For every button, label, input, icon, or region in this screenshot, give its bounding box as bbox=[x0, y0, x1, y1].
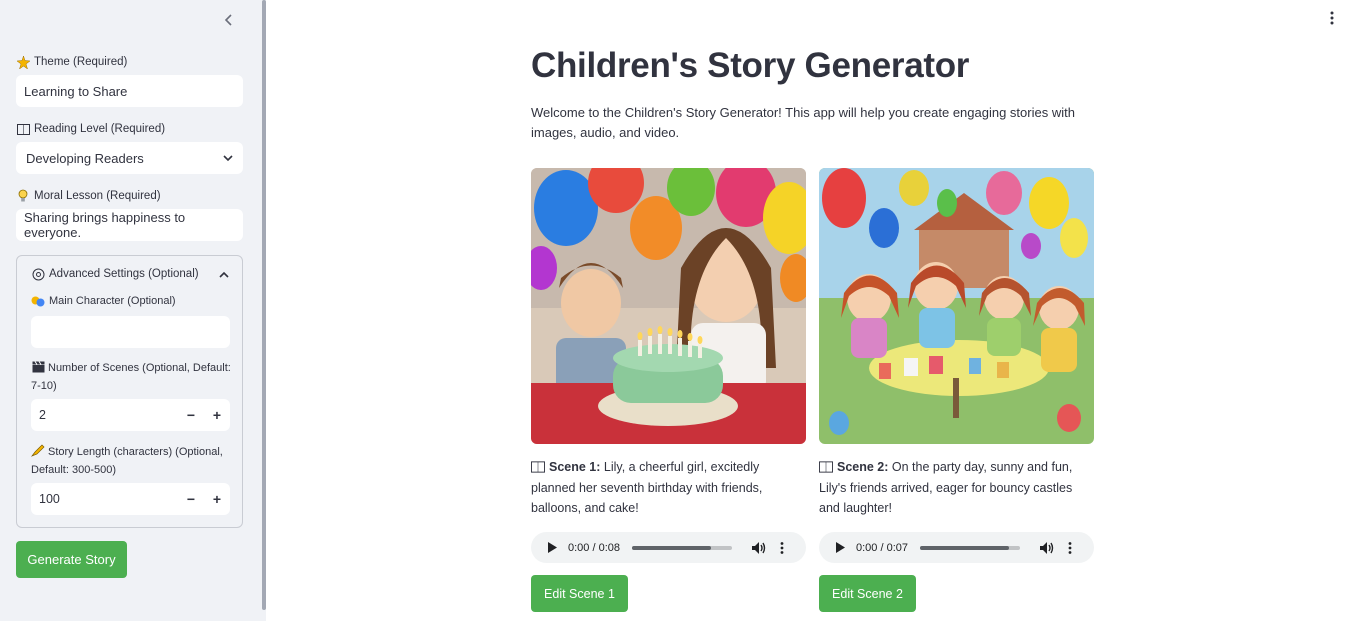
volume-icon bbox=[1040, 541, 1054, 554]
scene-1-text: Scene 1: Lily, a cheerful girl, excitedl… bbox=[531, 460, 763, 515]
sidebar-scrollbar[interactable] bbox=[262, 0, 266, 610]
lightbulb-icon bbox=[16, 189, 30, 203]
intro-text: Welcome to the Children's Story Generato… bbox=[531, 105, 1075, 140]
theater-masks-icon bbox=[31, 294, 45, 308]
book-icon bbox=[531, 460, 545, 474]
scene-1-audio-player: 0:00 / 0:08 bbox=[531, 532, 806, 563]
scene-2-audio-player: 0:00 / 0:07 bbox=[819, 532, 1094, 563]
audio-options-button[interactable] bbox=[777, 540, 787, 556]
kebab-menu-icon bbox=[780, 541, 784, 554]
moral-lesson-input[interactable]: Sharing brings happiness to everyone. bbox=[16, 209, 243, 241]
page-title: Children's Story Generator bbox=[531, 46, 970, 85]
play-icon bbox=[835, 542, 845, 553]
book-icon bbox=[819, 460, 833, 474]
audio-progress-fill bbox=[632, 545, 711, 550]
audio-progress-fill bbox=[920, 545, 1009, 550]
play-button[interactable] bbox=[833, 541, 847, 555]
gear-icon bbox=[31, 267, 45, 281]
volume-icon bbox=[752, 541, 766, 554]
scene-card-2: Scene 2: On the party day, sunny and fun… bbox=[819, 168, 1094, 612]
volume-button[interactable] bbox=[751, 540, 767, 556]
kebab-menu-icon bbox=[1330, 11, 1334, 25]
main-menu-button[interactable] bbox=[1324, 8, 1340, 28]
chevron-down-icon bbox=[223, 154, 233, 161]
reading-level-label: Reading Level (Required) bbox=[16, 122, 165, 136]
moral-lesson-label: Moral Lesson (Required) bbox=[16, 189, 161, 203]
reading-level-select[interactable]: Developing Readers bbox=[16, 142, 243, 174]
writing-hand-icon bbox=[31, 444, 45, 458]
collapse-sidebar-button[interactable] bbox=[220, 11, 238, 29]
play-icon bbox=[547, 542, 557, 553]
story-length-label: Story Length (characters) (Optional, Def… bbox=[31, 443, 231, 479]
main-character-input[interactable] bbox=[31, 316, 230, 348]
scene-2-text: Scene 2: On the party day, sunny and fun… bbox=[819, 460, 1073, 515]
audio-options-button[interactable] bbox=[1065, 540, 1075, 556]
theme-label: Theme (Required) bbox=[16, 55, 127, 69]
edit-scene-2-button[interactable]: Edit Scene 2 bbox=[819, 575, 916, 612]
theme-input[interactable]: Learning to Share bbox=[16, 75, 243, 107]
scene-card-1: Scene 1: Lily, a cheerful girl, excitedl… bbox=[531, 168, 806, 612]
scene-2-image bbox=[819, 168, 1094, 444]
kebab-menu-icon bbox=[1068, 541, 1072, 554]
audio-progress-bar[interactable] bbox=[920, 545, 1020, 550]
audio-progress-bar[interactable] bbox=[632, 545, 732, 550]
number-of-scenes-stepper[interactable]: 2 − + bbox=[31, 399, 230, 431]
play-button[interactable] bbox=[545, 541, 559, 555]
edit-scene-1-button[interactable]: Edit Scene 1 bbox=[531, 575, 628, 612]
increment-scenes-button[interactable]: + bbox=[204, 399, 230, 431]
increment-length-button[interactable]: + bbox=[204, 483, 230, 515]
number-of-scenes-label: Number of Scenes (Optional, Default: 7-1… bbox=[31, 360, 231, 392]
scene-1-image bbox=[531, 168, 806, 444]
advanced-settings-header[interactable]: Advanced Settings (Optional) bbox=[31, 266, 229, 282]
chevron-left-icon bbox=[224, 14, 232, 26]
sidebar: Theme (Required) Learning to Share Readi… bbox=[0, 0, 266, 621]
main-character-label: Main Character (Optional) bbox=[31, 292, 231, 310]
story-length-stepper[interactable]: 100 − + bbox=[31, 483, 230, 515]
sparkle-icon bbox=[16, 55, 30, 69]
volume-button[interactable] bbox=[1039, 540, 1055, 556]
chevron-up-icon bbox=[219, 271, 229, 278]
decrement-scenes-button[interactable]: − bbox=[178, 399, 204, 431]
clapper-board-icon bbox=[31, 360, 45, 374]
advanced-settings-expander: Advanced Settings (Optional) Main Charac… bbox=[16, 255, 243, 528]
book-icon bbox=[16, 122, 30, 136]
generate-story-button[interactable]: Generate Story bbox=[16, 541, 127, 578]
decrement-length-button[interactable]: − bbox=[178, 483, 204, 515]
